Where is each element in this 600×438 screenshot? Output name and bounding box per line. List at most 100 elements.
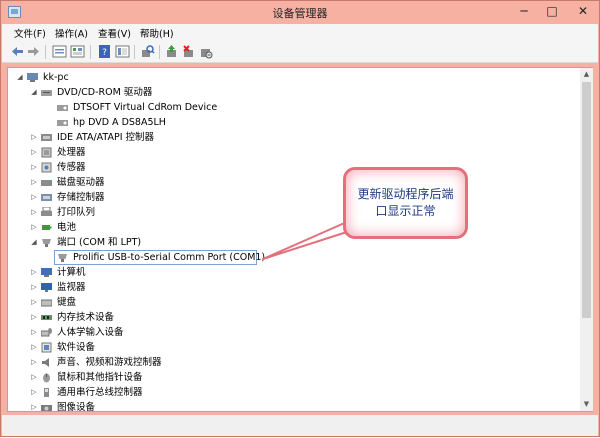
collapse-arrow-icon[interactable]: ▷ bbox=[30, 325, 38, 340]
tree-label: 端口 (COM 和 LPT) bbox=[57, 237, 142, 248]
disk-drive-icon bbox=[41, 180, 52, 186]
tree-label: 存储控制器 bbox=[57, 192, 105, 203]
collapse-arrow-icon[interactable]: ▷ bbox=[30, 265, 38, 280]
forward-arrow-icon[interactable] bbox=[26, 44, 41, 59]
tree-label: kk-pc bbox=[43, 72, 69, 83]
mouse-icon bbox=[43, 373, 50, 383]
usb-icon bbox=[44, 388, 49, 397]
back-arrow-icon[interactable] bbox=[10, 44, 25, 59]
camera-icon bbox=[41, 405, 52, 411]
software-device-icon bbox=[41, 342, 52, 353]
vertical-scrollbar[interactable]: ▲ ▼ bbox=[580, 68, 593, 411]
scan-hardware-icon[interactable] bbox=[140, 44, 155, 59]
menu-help[interactable]: 帮助(H) bbox=[140, 26, 174, 40]
menu-file[interactable]: 文件(F) bbox=[14, 26, 46, 40]
tree-label: DTSOFT Virtual CdRom Device bbox=[73, 102, 218, 113]
collapse-arrow-icon[interactable]: ▷ bbox=[30, 205, 38, 220]
callout-line-1: 更新驱动程序后端 bbox=[357, 187, 454, 201]
storage-controller-icon bbox=[41, 194, 52, 201]
tree-label: Prolific USB-to-Serial Comm Port (COM1) bbox=[73, 252, 266, 263]
help-icon[interactable]: ? bbox=[97, 44, 112, 59]
toolbar: ? bbox=[2, 41, 598, 63]
toolbar-separator bbox=[45, 45, 46, 59]
port-icon bbox=[58, 254, 67, 262]
maximize-button[interactable]: □ bbox=[538, 1, 566, 21]
dvd-device-icon bbox=[57, 105, 68, 111]
tree-label: 声音、视频和游戏控制器 bbox=[57, 357, 162, 368]
collapse-arrow-icon[interactable]: ▷ bbox=[30, 340, 38, 355]
tree-label: 处理器 bbox=[57, 147, 86, 158]
expand-arrow-icon[interactable]: ◢ bbox=[30, 235, 38, 250]
collapse-arrow-icon[interactable]: ▷ bbox=[30, 220, 38, 235]
properties-view-icon[interactable] bbox=[52, 44, 67, 59]
tree-label: 内存技术设备 bbox=[57, 312, 115, 323]
tree-label: 人体学输入设备 bbox=[57, 327, 124, 338]
hid-icon bbox=[41, 328, 52, 337]
uninstall-device-icon[interactable] bbox=[181, 44, 196, 59]
tree-label: 电池 bbox=[57, 222, 77, 233]
collapse-arrow-icon[interactable]: ▷ bbox=[30, 370, 38, 385]
tree-label: 键盘 bbox=[57, 297, 77, 308]
keyboard-icon bbox=[41, 299, 52, 307]
menu-action[interactable]: 操作(A) bbox=[55, 26, 88, 40]
toolbar-separator bbox=[90, 45, 91, 59]
computer-icon bbox=[41, 268, 52, 277]
collapse-arrow-icon[interactable]: ▷ bbox=[30, 400, 38, 411]
tree-label: 图像设备 bbox=[57, 402, 96, 411]
tree-label: IDE ATA/ATAPI 控制器 bbox=[57, 132, 155, 143]
tree-label: 监视器 bbox=[57, 282, 86, 293]
port-icon bbox=[42, 239, 51, 247]
collapse-arrow-icon[interactable]: ▷ bbox=[30, 145, 38, 160]
tree-label: 鼠标和其他指针设备 bbox=[57, 372, 143, 383]
collapse-arrow-icon[interactable]: ▷ bbox=[30, 280, 38, 295]
monitor-icon bbox=[41, 283, 52, 292]
collapse-arrow-icon[interactable]: ▷ bbox=[30, 130, 38, 145]
computer-icon bbox=[27, 73, 38, 82]
svg-text:?: ? bbox=[102, 48, 107, 58]
collapse-arrow-icon[interactable]: ▷ bbox=[30, 355, 38, 370]
title-bar[interactable]: 设备管理器 ─ □ ✕ bbox=[1, 1, 599, 24]
callout-text: 更新驱动程序后端 口显示正常 bbox=[352, 186, 459, 220]
collapse-arrow-icon[interactable]: ▷ bbox=[30, 160, 38, 175]
close-button[interactable]: ✕ bbox=[567, 1, 599, 21]
device-tree-panel: ◢ kk-pc ◢ DVD/CD-ROM 驱动器 DTSOFT Virtual … bbox=[7, 67, 593, 412]
collapse-arrow-icon[interactable]: ▷ bbox=[30, 175, 38, 190]
toolbar-separator bbox=[159, 45, 160, 59]
scroll-down-arrow-icon[interactable]: ▼ bbox=[580, 398, 593, 411]
tree-label: 计算机 bbox=[57, 267, 86, 278]
processor-icon bbox=[41, 147, 52, 158]
dvd-drive-icon bbox=[41, 90, 52, 96]
collapse-arrow-icon[interactable]: ▷ bbox=[30, 295, 38, 310]
ide-controller-icon bbox=[41, 134, 52, 141]
status-bar bbox=[2, 415, 598, 436]
details-view-icon[interactable] bbox=[115, 44, 130, 59]
tree-label: 软件设备 bbox=[57, 342, 96, 353]
dvd-device-icon bbox=[57, 120, 68, 126]
memory-icon bbox=[41, 315, 52, 320]
menu-bar: 文件(F) 操作(A) 查看(V) 帮助(H) bbox=[2, 24, 598, 41]
collapse-arrow-icon[interactable]: ▷ bbox=[30, 190, 38, 205]
list-view-icon[interactable] bbox=[70, 44, 85, 59]
annotation-callout: 更新驱动程序后端 口显示正常 bbox=[343, 167, 468, 239]
expand-arrow-icon[interactable]: ◢ bbox=[30, 85, 38, 100]
tree-label: 磁盘驱动器 bbox=[57, 177, 105, 188]
minimize-button[interactable]: ─ bbox=[510, 1, 538, 21]
menu-view[interactable]: 查看(V) bbox=[98, 26, 131, 40]
collapse-arrow-icon[interactable]: ▷ bbox=[30, 385, 38, 400]
callout-line-2: 口显示正常 bbox=[375, 204, 436, 218]
expand-arrow-icon[interactable]: ◢ bbox=[16, 70, 24, 85]
toolbar-separator bbox=[134, 45, 135, 59]
scrollbar-thumb[interactable] bbox=[582, 82, 591, 318]
tree-label: 通用串行总线控制器 bbox=[57, 387, 143, 398]
device-tree: ◢ kk-pc ◢ DVD/CD-ROM 驱动器 DTSOFT Virtual … bbox=[8, 68, 580, 411]
tree-label: 传感器 bbox=[57, 162, 86, 173]
printer-icon bbox=[41, 207, 52, 216]
tree-label: DVD/CD-ROM 驱动器 bbox=[57, 87, 153, 98]
speaker-icon bbox=[42, 358, 49, 367]
tree-label: 打印队列 bbox=[57, 207, 96, 218]
update-driver-icon[interactable] bbox=[164, 44, 179, 59]
collapse-arrow-icon[interactable]: ▷ bbox=[30, 310, 38, 325]
scroll-up-arrow-icon[interactable]: ▲ bbox=[580, 68, 593, 81]
disable-device-icon[interactable] bbox=[198, 44, 213, 59]
tree-label: hp DVD A DS8A5LH bbox=[73, 117, 166, 128]
